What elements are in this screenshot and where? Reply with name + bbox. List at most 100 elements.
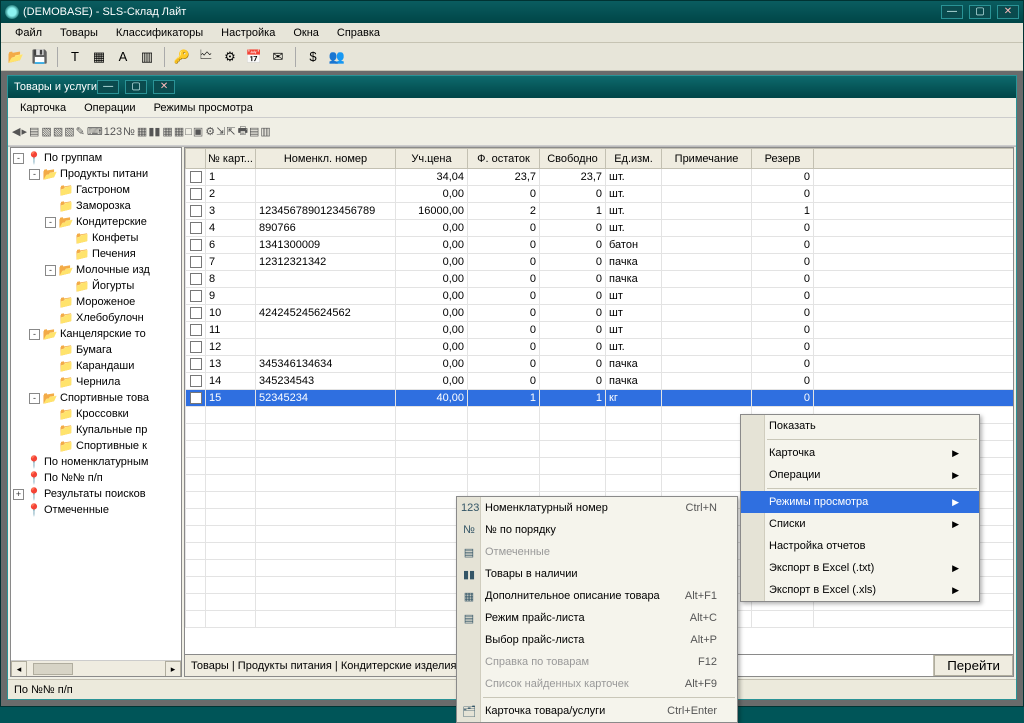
tree-node[interactable]: -📂Канцелярские то <box>11 326 181 342</box>
menu-Файл[interactable]: Файл <box>7 25 50 41</box>
child-toolbar-btn-1[interactable]: ▸ <box>21 125 27 138</box>
tree-node[interactable]: 📁Мороженое <box>11 294 181 310</box>
tree-node[interactable]: 📁Чернила <box>11 374 181 390</box>
child-toolbar-btn-3[interactable]: ▤ <box>29 125 39 138</box>
tree-node[interactable]: 📍По номенклатурным <box>11 454 181 470</box>
child-toolbar-btn-10[interactable]: ⌨ <box>87 125 103 138</box>
app-titlebar[interactable]: (DEMOBASE) - SLS-Склад Лайт — ▢ ✕ <box>1 1 1023 23</box>
tree-node[interactable]: -📂Продукты питани <box>11 166 181 182</box>
column-header[interactable]: Ед.изм. <box>606 149 662 169</box>
chart-icon[interactable]: 🗠 <box>195 46 217 68</box>
tree-node[interactable]: 📁Спортивные к <box>11 438 181 454</box>
minimize-button[interactable]: — <box>941 5 963 19</box>
ctx-item[interactable]: ▮▮Товары в наличии <box>457 563 737 585</box>
tree-node[interactable]: 📍Отмеченные <box>11 502 181 518</box>
tree-node[interactable]: -📂Кондитерские <box>11 214 181 230</box>
tree-node[interactable]: -📂Молочные изд <box>11 262 181 278</box>
child-toolbar-btn-23[interactable]: ⇲ <box>216 125 225 138</box>
column-header[interactable]: Примечание <box>662 149 752 169</box>
text-color-icon[interactable]: A <box>112 46 134 68</box>
child-toolbar-btn-8[interactable]: ✎ <box>76 125 85 138</box>
email-icon[interactable]: ✉ <box>267 46 289 68</box>
ctx-item[interactable]: Операции▶ <box>741 464 979 486</box>
table-icon[interactable]: ▦ <box>88 46 110 68</box>
child-toolbar-btn-27[interactable]: ▤ <box>249 125 259 138</box>
column-header[interactable]: Ф. остаток <box>468 149 540 169</box>
table-row[interactable]: 143452345430,0000пачка0 <box>186 373 1014 390</box>
ctx-item[interactable]: ▦Дополнительное описание товараAlt+F1 <box>457 585 737 607</box>
settings-icon[interactable]: ⚙ <box>219 46 241 68</box>
ctx-item[interactable]: 🗂Карточка товара/услугиCtrl+Enter <box>457 700 737 722</box>
child-menu-Операции[interactable]: Операции <box>76 100 143 116</box>
column-header[interactable]: № карт... <box>206 149 256 169</box>
menu-Справка[interactable]: Справка <box>329 25 388 41</box>
tree-node[interactable]: 📁Карандаши <box>11 358 181 374</box>
child-maximize-button[interactable]: ▢ <box>125 80 147 94</box>
tree-node[interactable]: +📍Результаты поисков <box>11 486 181 502</box>
menu-Настройка[interactable]: Настройка <box>213 25 283 41</box>
child-toolbar-btn-18[interactable]: ▦ <box>174 125 184 138</box>
dollar-icon[interactable]: $ <box>302 46 324 68</box>
key-icon[interactable]: 🔑 <box>171 46 193 68</box>
tree[interactable]: -📍По группам-📂Продукты питани📁Гастроном 📁… <box>11 148 181 660</box>
scroll-left-arrow[interactable]: ◂ <box>11 661 27 677</box>
ctx-item[interactable]: Показать <box>741 415 979 437</box>
tree-node[interactable]: -📂Спортивные това <box>11 390 181 406</box>
table-row[interactable]: 80,0000пачка0 <box>186 271 1014 288</box>
tree-node[interactable]: -📍По группам <box>11 150 181 166</box>
tree-node[interactable]: 📁Гастроном <box>11 182 181 198</box>
tree-node[interactable]: 📍По №№ п/п <box>11 470 181 486</box>
column-header[interactable]: Резерв <box>752 149 814 169</box>
ctx-item[interactable]: Списки▶ <box>741 513 979 535</box>
menu-Товары[interactable]: Товары <box>52 25 106 41</box>
ctx-item[interactable]: Выбор прайс-листаAlt+P <box>457 629 737 651</box>
child-toolbar-btn-6[interactable]: ▧ <box>53 125 63 138</box>
tree-node[interactable]: 📁Хлебобулочн <box>11 310 181 326</box>
child-toolbar-btn-11[interactable]: 123 <box>104 126 122 138</box>
ctx-item[interactable]: №№ по порядку <box>457 519 737 541</box>
child-toolbar-btn-26[interactable]: 🖶 <box>238 122 248 141</box>
folder-open-icon[interactable]: 📂 <box>5 46 27 68</box>
tree-node[interactable]: 📁Йогурты <box>11 278 181 294</box>
table-row[interactable]: 48907660,0000шт.0 <box>186 220 1014 237</box>
ctx-item[interactable]: Экспорт в Excel (.xls)▶ <box>741 579 979 601</box>
tree-node[interactable]: 📁Печения <box>11 246 181 262</box>
ctx-item[interactable]: 123Номенклатурный номерCtrl+N <box>457 497 737 519</box>
ctx-item[interactable]: Экспорт в Excel (.txt)▶ <box>741 557 979 579</box>
table-row[interactable]: 120,0000шт.0 <box>186 339 1014 356</box>
child-titlebar[interactable]: Товары и услуги — ▢ ✕ <box>8 76 1016 98</box>
table-row[interactable]: 110,0000шт0 <box>186 322 1014 339</box>
child-toolbar-btn-12[interactable]: № <box>123 126 135 138</box>
child-menu-Карточка[interactable]: Карточка <box>12 100 74 116</box>
save-icon[interactable]: 💾 <box>29 46 51 68</box>
child-toolbar-btn-28[interactable]: ▥ <box>260 125 270 138</box>
scroll-thumb[interactable] <box>33 663 73 675</box>
table-row[interactable]: 90,0000шт0 <box>186 288 1014 305</box>
child-toolbar-btn-15[interactable]: ▮▮ <box>148 125 160 138</box>
go-button[interactable]: Перейти <box>934 655 1013 676</box>
context-menu-view-modes[interactable]: 123Номенклатурный номерCtrl+N№№ по поряд… <box>456 496 738 723</box>
table-row[interactable]: 3123456789012345678916000,0021шт.1 <box>186 203 1014 220</box>
tree-node[interactable]: 📁Конфеты <box>11 230 181 246</box>
child-toolbar-btn-24[interactable]: ⇱ <box>226 125 235 138</box>
table-row[interactable]: 20,0000шт.0 <box>186 186 1014 203</box>
table-row[interactable]: 133453461346340,0000пачка0 <box>186 356 1014 373</box>
tree-node[interactable]: 📁Купальные пр <box>11 422 181 438</box>
table-row[interactable]: 613413000090,0000батон0 <box>186 237 1014 254</box>
table-row[interactable]: 7123123213420,0000пачка0 <box>186 254 1014 271</box>
users-icon[interactable]: 👥 <box>326 46 348 68</box>
calendar-icon[interactable]: 📅 <box>243 46 265 68</box>
tree-node[interactable]: 📁Кроссовки <box>11 406 181 422</box>
menu-Классификаторы[interactable]: Классификаторы <box>108 25 211 41</box>
context-menu-main[interactable]: ПоказатьКарточка▶Операции▶Режимы просмот… <box>740 414 980 602</box>
column-header[interactable]: Свободно <box>540 149 606 169</box>
child-toolbar-btn-7[interactable]: ▧ <box>64 125 74 138</box>
column-header[interactable] <box>814 149 1014 169</box>
ctx-item[interactable]: Настройка отчетов <box>741 535 979 557</box>
child-toolbar-btn-20[interactable]: ▣ <box>193 125 203 138</box>
child-toolbar-btn-19[interactable]: □ <box>185 126 192 138</box>
child-menu-Режимы просмотра[interactable]: Режимы просмотра <box>146 100 261 116</box>
table-row[interactable]: 104242452456245620,0000шт0 <box>186 305 1014 322</box>
column-header[interactable]: Номенкл. номер <box>256 149 396 169</box>
child-toolbar-btn-0[interactable]: ◀ <box>12 125 20 138</box>
